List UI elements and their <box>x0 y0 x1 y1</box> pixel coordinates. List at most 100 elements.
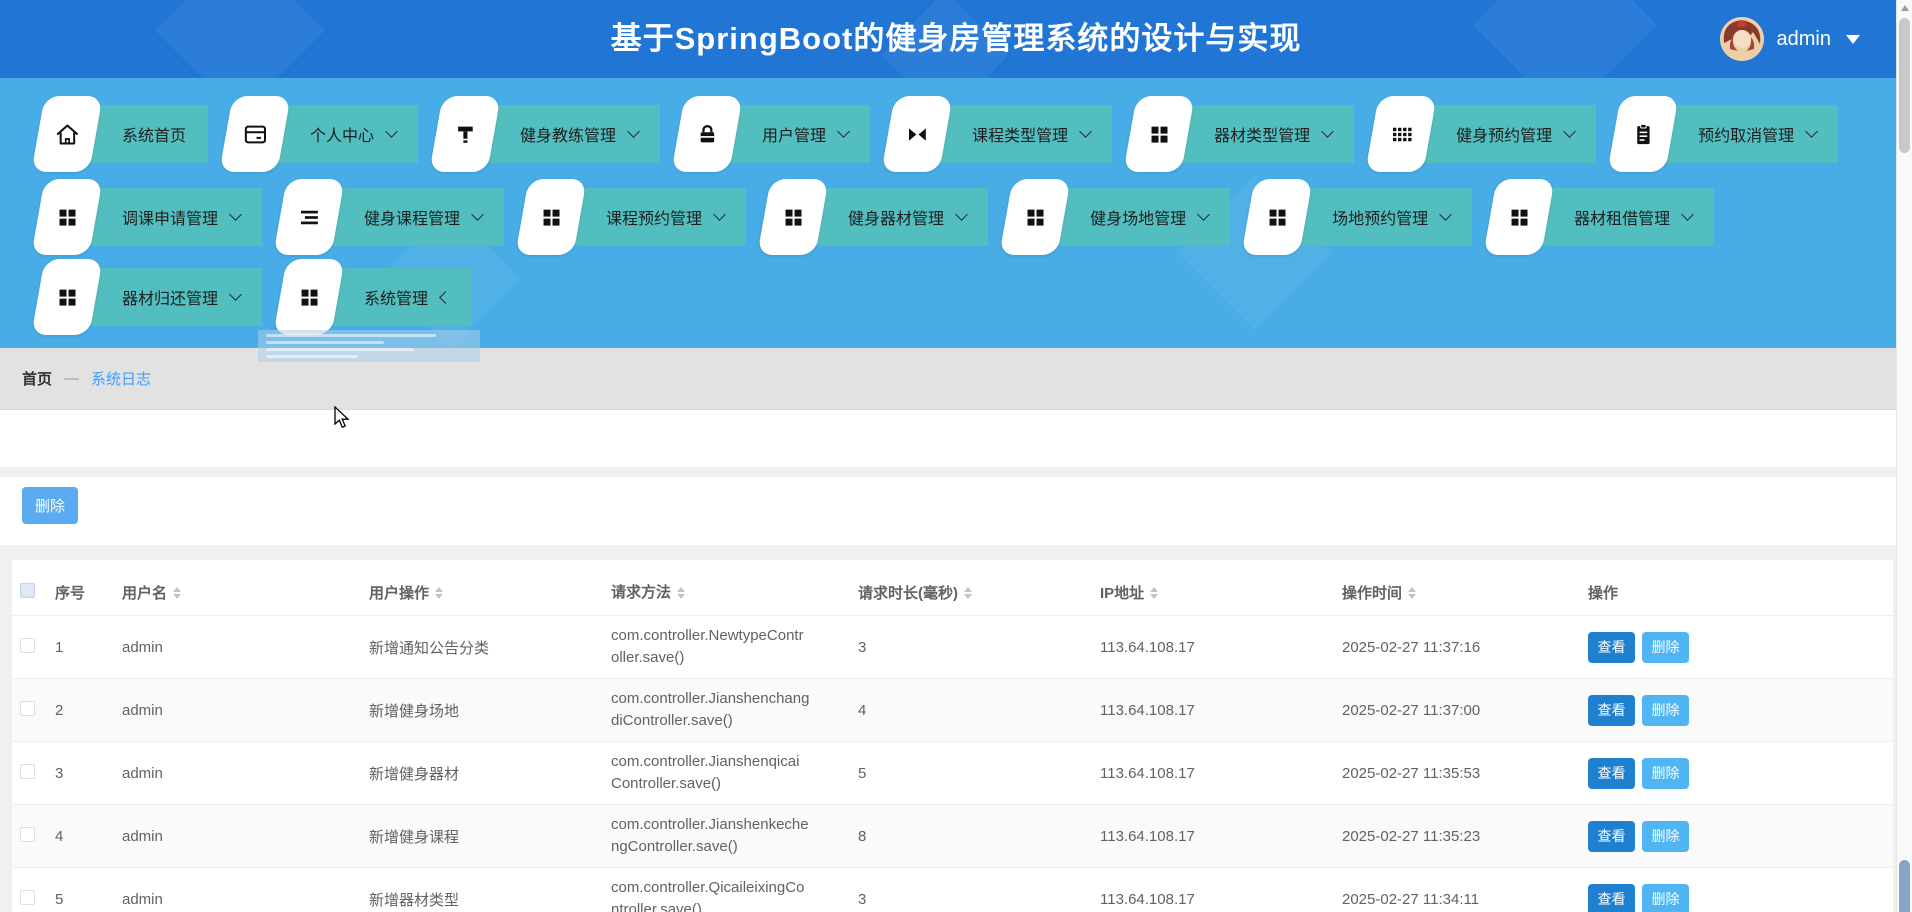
row-delete-button[interactable]: 删除 <box>1642 758 1689 789</box>
view-button[interactable]: 查看 <box>1588 821 1635 852</box>
nav-row-2: 调课申请管理健身课程管理 课程预约管理 健身器材管理 健身场地管理 场地预约管理 器材租借… <box>44 188 1892 246</box>
chevron-down-icon <box>1681 208 1694 221</box>
view-button[interactable]: 查看 <box>1588 695 1635 726</box>
column-header[interactable]: 用户操作 <box>361 582 603 603</box>
nav-item-0[interactable]: 系统首页 <box>44 105 208 163</box>
nav-item-3[interactable]: 用户管理 <box>684 105 870 163</box>
cell-username: admin <box>114 765 361 782</box>
cell-duration: 5 <box>850 765 1092 782</box>
cell-time: 2025-02-27 11:34:11 <box>1334 891 1580 908</box>
nav-item-12[interactable]: 健身场地管理 <box>1012 188 1230 246</box>
select-all-checkbox[interactable] <box>20 583 35 598</box>
nav-item-9[interactable]: 健身课程管理 <box>286 188 504 246</box>
clipboard-icon <box>1607 96 1678 172</box>
cell-index: 5 <box>52 891 114 908</box>
sort-caret-icon[interactable] <box>1150 587 1158 599</box>
cell-operation: 新增健身场地 <box>361 700 603 721</box>
scroll-up-arrow-icon[interactable] <box>1901 5 1909 11</box>
username-label: admin <box>1777 28 1831 51</box>
page-title: 基于SpringBoot的健身房管理系统的设计与实现 <box>0 0 1912 78</box>
cell-ip: 113.64.108.17 <box>1092 891 1334 908</box>
table-header-row: 序号用户名用户操作请求方法请求时长(毫秒)IP地址操作时间操作 <box>12 570 1893 616</box>
row-delete-button[interactable]: 删除 <box>1642 695 1689 726</box>
bowtie-icon <box>881 96 952 172</box>
filter-icon <box>429 96 500 172</box>
inner-scrollbar-thumb[interactable] <box>1899 860 1910 912</box>
nav-item-label: 健身教练管理 <box>520 122 616 146</box>
nav-item-label: 课程预约管理 <box>606 205 702 229</box>
app-header: 基于SpringBoot的健身房管理系统的设计与实现 admin <box>0 0 1912 78</box>
sort-caret-icon[interactable] <box>1408 587 1416 599</box>
page-scrollbar[interactable] <box>1896 0 1912 912</box>
chevron-down-icon <box>1079 125 1092 138</box>
column-header: 序号 <box>52 582 114 603</box>
nav-item-4[interactable]: 课程类型管理 <box>894 105 1112 163</box>
row-delete-button[interactable]: 删除 <box>1642 884 1689 912</box>
nav-item-5[interactable]: 器材类型管理 <box>1136 105 1354 163</box>
chevron-down-icon <box>1563 125 1576 138</box>
row-delete-button[interactable]: 删除 <box>1642 821 1689 852</box>
nav-item-13[interactable]: 场地预约管理 <box>1254 188 1472 246</box>
cell-operation: 新增健身课程 <box>361 826 603 847</box>
nav-item-16[interactable]: 系统管理 <box>286 268 472 326</box>
column-header[interactable]: 操作时间 <box>1334 582 1580 603</box>
row-checkbox[interactable] <box>20 827 35 842</box>
cell-method: com.controller.QicaileixingController.sa… <box>603 877 850 912</box>
breadcrumb-current[interactable]: 系统日志 <box>91 368 151 389</box>
row-checkbox[interactable] <box>20 701 35 716</box>
grid-icon <box>31 259 102 335</box>
row-delete-button[interactable]: 删除 <box>1642 632 1689 663</box>
sort-caret-icon[interactable] <box>964 587 972 599</box>
nav-item-10[interactable]: 课程预约管理 <box>528 188 746 246</box>
chevron-down-icon <box>1805 125 1818 138</box>
breadcrumb-home[interactable]: 首页 <box>22 368 52 389</box>
nav-item-15[interactable]: 器材归还管理 <box>44 268 262 326</box>
bulk-delete-button[interactable]: 删除 <box>22 487 78 524</box>
chevron-down-icon <box>471 208 484 221</box>
view-button[interactable]: 查看 <box>1588 758 1635 789</box>
sort-caret-icon[interactable] <box>173 587 181 599</box>
cell-index: 2 <box>52 702 114 719</box>
chevron-down-icon <box>229 288 242 301</box>
nav-item-label: 健身器材管理 <box>848 205 944 229</box>
nav-item-8[interactable]: 调课申请管理 <box>44 188 262 246</box>
cell-index: 3 <box>52 765 114 782</box>
row-checkbox[interactable] <box>20 638 35 653</box>
user-avatar[interactable] <box>1720 17 1764 61</box>
cell-time: 2025-02-27 11:35:53 <box>1334 765 1580 782</box>
table-row: 4admin新增健身课程com.controller.Jianshenkeche… <box>12 805 1893 868</box>
nav-item-label: 系统管理 <box>364 285 428 309</box>
column-header[interactable]: IP地址 <box>1092 582 1334 603</box>
chevron-down-icon <box>955 208 968 221</box>
system-log-table: 序号用户名用户操作请求方法请求时长(毫秒)IP地址操作时间操作 1admin新增… <box>12 560 1893 912</box>
scrollbar-thumb[interactable] <box>1899 18 1910 153</box>
nav-item-11[interactable]: 健身器材管理 <box>770 188 988 246</box>
nav-item-2[interactable]: 健身教练管理 <box>442 105 660 163</box>
chevron-down-icon <box>1197 208 1210 221</box>
view-button[interactable]: 查看 <box>1588 632 1635 663</box>
grid-icon <box>31 179 102 255</box>
cell-time: 2025-02-27 11:37:00 <box>1334 702 1580 719</box>
nav-item-7[interactable]: 预约取消管理 <box>1620 105 1838 163</box>
breadcrumb-separator: — <box>64 370 79 387</box>
cell-duration: 3 <box>850 639 1092 656</box>
column-header[interactable]: 请求时长(毫秒) <box>850 582 1092 603</box>
row-checkbox[interactable] <box>20 764 35 779</box>
sort-caret-icon[interactable] <box>677 587 685 599</box>
column-header[interactable]: 请求方法 <box>603 582 850 604</box>
row-checkbox[interactable] <box>20 890 35 905</box>
nav-item-1[interactable]: 个人中心 <box>232 105 418 163</box>
user-menu[interactable]: admin <box>1720 0 1860 78</box>
view-button[interactable]: 查看 <box>1588 884 1635 912</box>
cell-index: 4 <box>52 828 114 845</box>
column-header[interactable]: 用户名 <box>114 582 361 603</box>
cell-duration: 3 <box>850 891 1092 908</box>
nav-item-6[interactable]: 健身预约管理 <box>1378 105 1596 163</box>
table-row: 3admin新增健身器材com.controller.Jianshenqicai… <box>12 742 1893 805</box>
table-body: 1admin新增通知公告分类com.controller.NewtypeCont… <box>12 616 1893 912</box>
cell-method: com.controller.JianshenkechengController… <box>603 814 850 858</box>
nav-item-14[interactable]: 器材租借管理 <box>1496 188 1714 246</box>
table-row: 1admin新增通知公告分类com.controller.NewtypeCont… <box>12 616 1893 679</box>
sort-caret-icon[interactable] <box>435 587 443 599</box>
nav-item-label: 场地预约管理 <box>1332 205 1428 229</box>
